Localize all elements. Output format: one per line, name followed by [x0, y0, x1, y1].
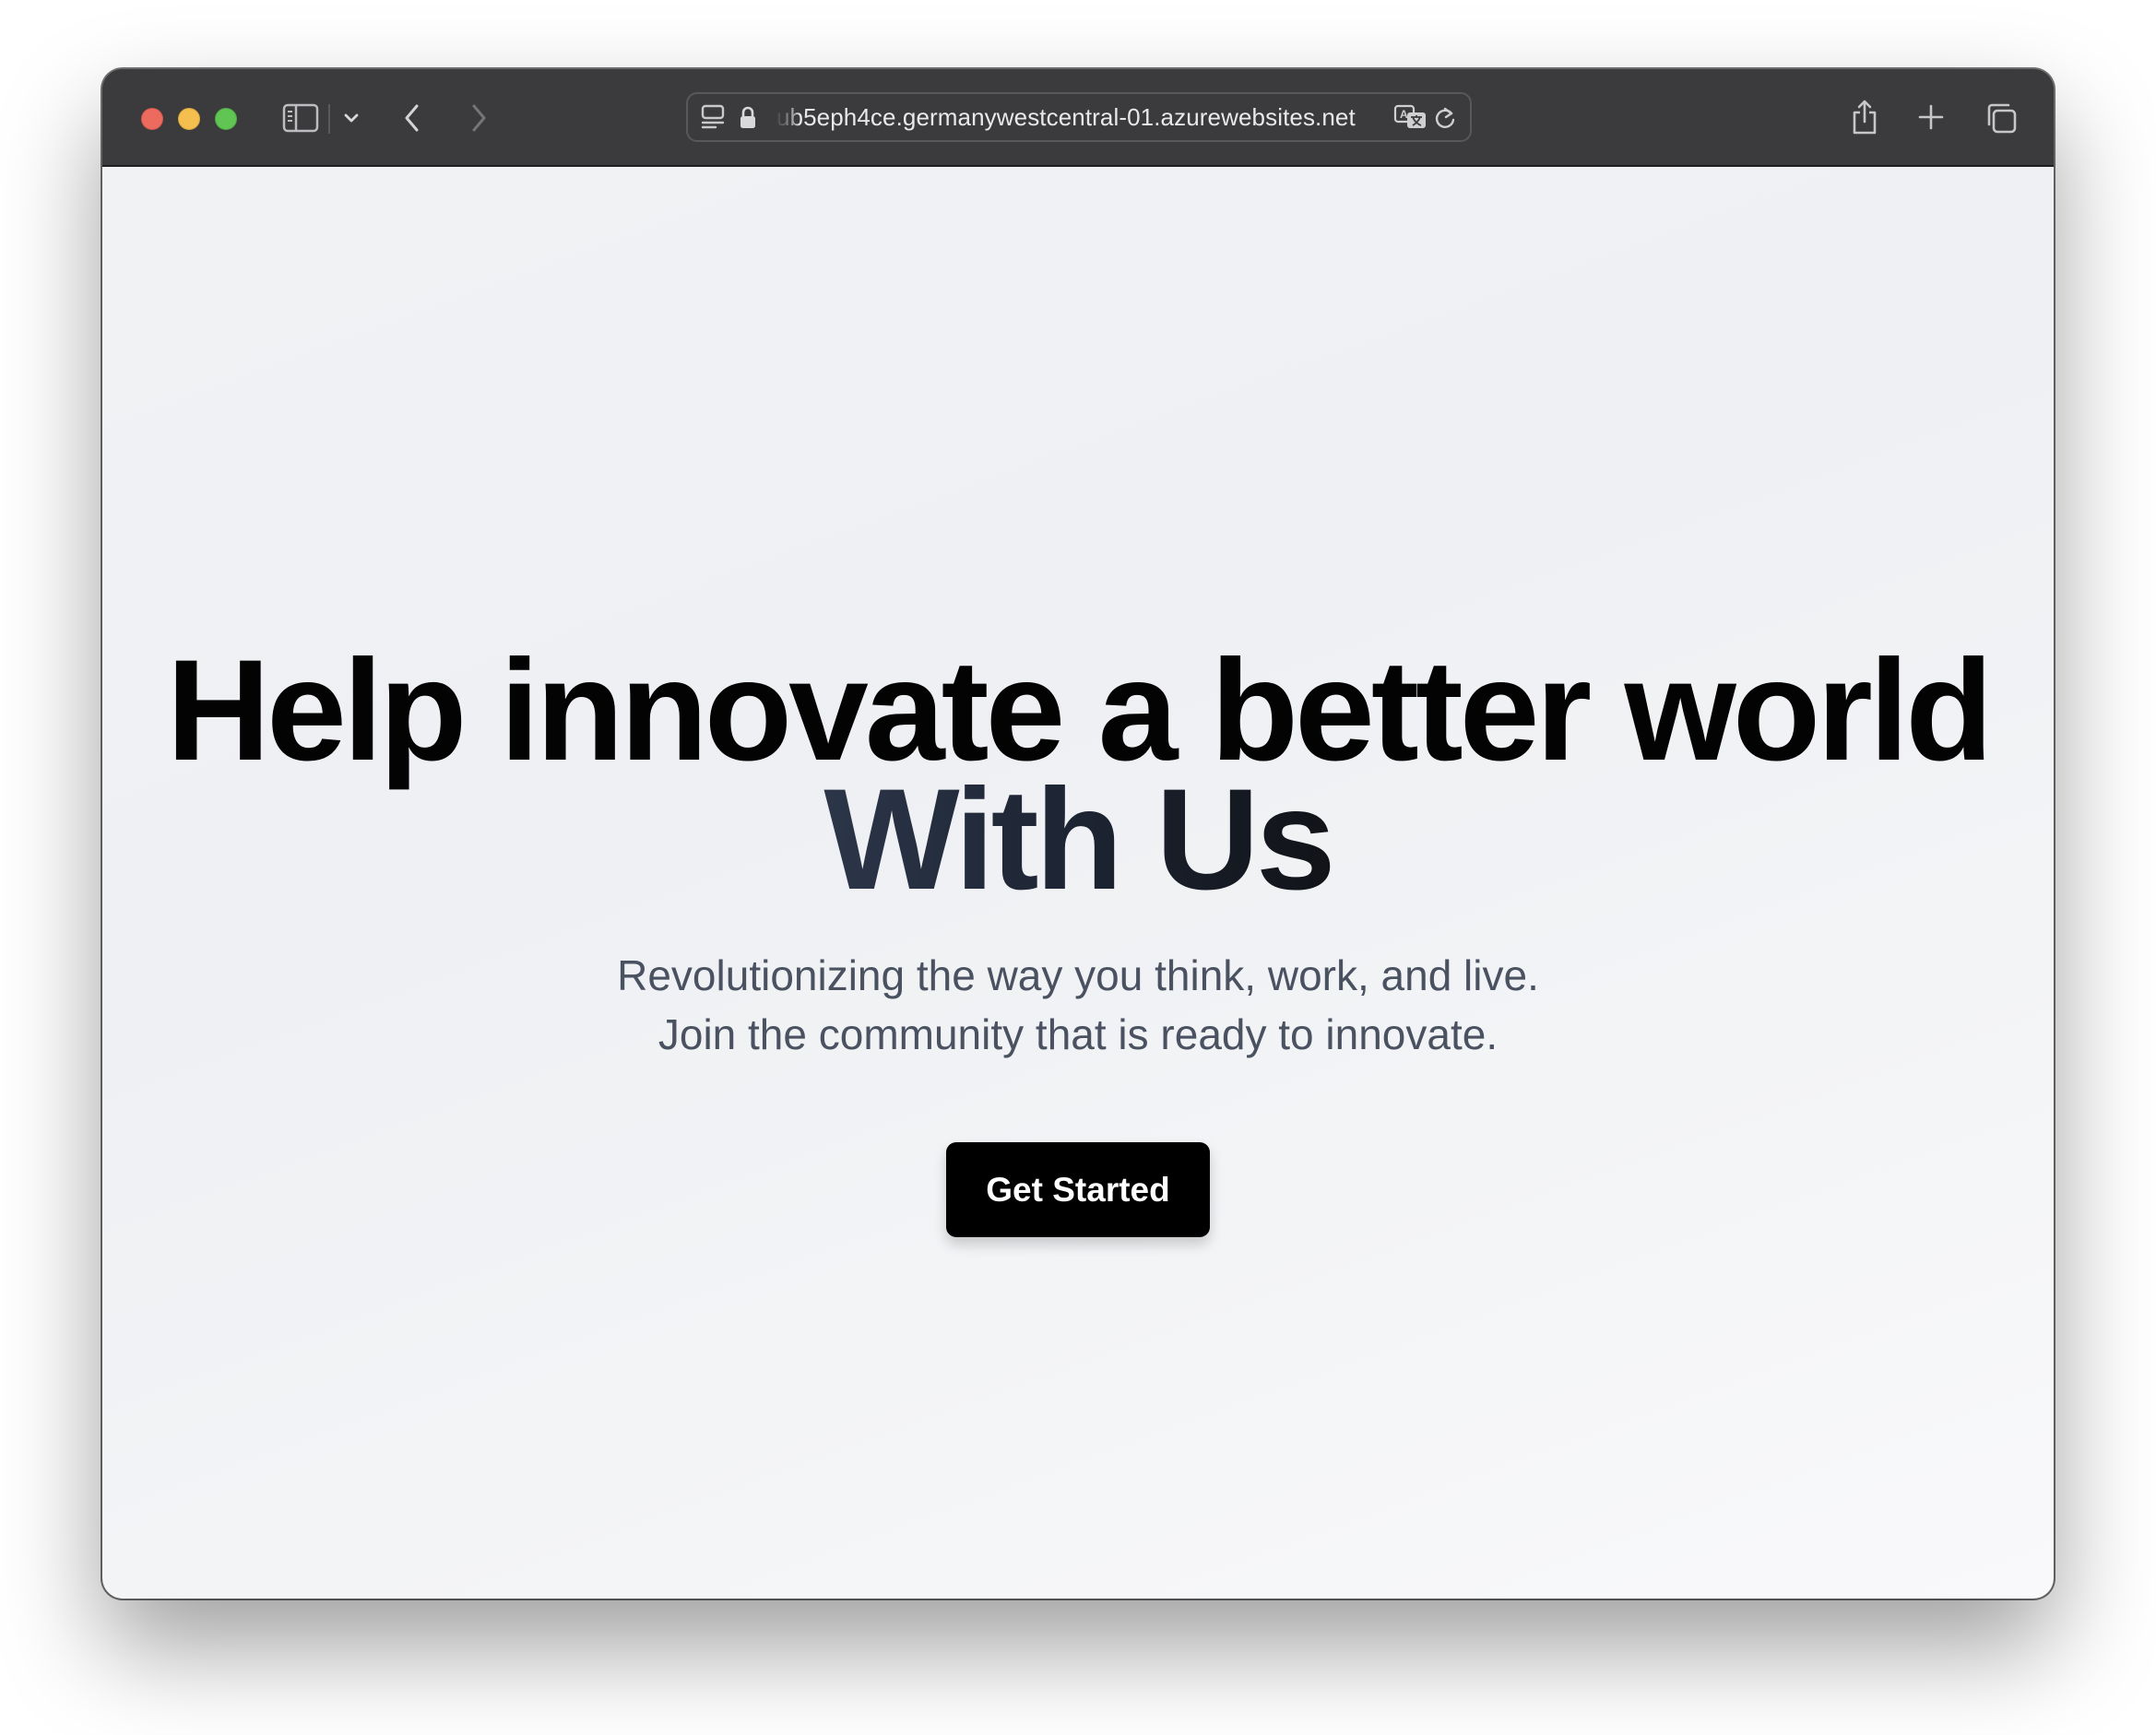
- hero-headline-line2: With Us: [102, 768, 2054, 912]
- hero-subtitle: Revolutionizing the way you think, work,…: [617, 951, 1539, 1058]
- url-fade-overlay: [775, 100, 800, 135]
- close-window-button[interactable]: [141, 108, 163, 130]
- plus-icon[interactable]: [1915, 101, 1947, 133]
- minimize-window-button[interactable]: [178, 108, 200, 130]
- lock-icon: [738, 105, 758, 131]
- toolbar-divider: [328, 104, 330, 134]
- hero-headline-highlight: With Us: [823, 760, 1335, 920]
- tabs-overview-icon[interactable]: [1984, 100, 2019, 136]
- address-bar[interactable]: ub5eph4ce.germanywestcentral-01.azureweb…: [686, 92, 1472, 142]
- browser-toolbar: ub5eph4ce.germanywestcentral-01.azureweb…: [102, 69, 2054, 167]
- chevron-left-icon[interactable]: [399, 100, 425, 136]
- browser-window: ub5eph4ce.germanywestcentral-01.azureweb…: [102, 69, 2054, 1599]
- page-content: Help innovate a better world With Us Rev…: [102, 167, 2054, 1599]
- url-text: ub5eph4ce.germanywestcentral-01.azureweb…: [776, 103, 1356, 131]
- sidebar-icon[interactable]: [282, 100, 319, 136]
- translate-icon[interactable]: A: [1392, 103, 1429, 131]
- reload-icon[interactable]: [1431, 104, 1459, 132]
- chevron-down-icon[interactable]: [340, 106, 362, 130]
- share-icon[interactable]: [1848, 97, 1881, 137]
- screenshot-stage: ub5eph4ce.germanywestcentral-01.azureweb…: [0, 0, 2156, 1735]
- chevron-right-icon[interactable]: [466, 100, 492, 136]
- page-settings-icon[interactable]: [699, 103, 727, 131]
- svg-text:A: A: [1400, 108, 1408, 121]
- get-started-button[interactable]: Get Started: [946, 1142, 1210, 1237]
- zoom-window-button[interactable]: [215, 108, 237, 130]
